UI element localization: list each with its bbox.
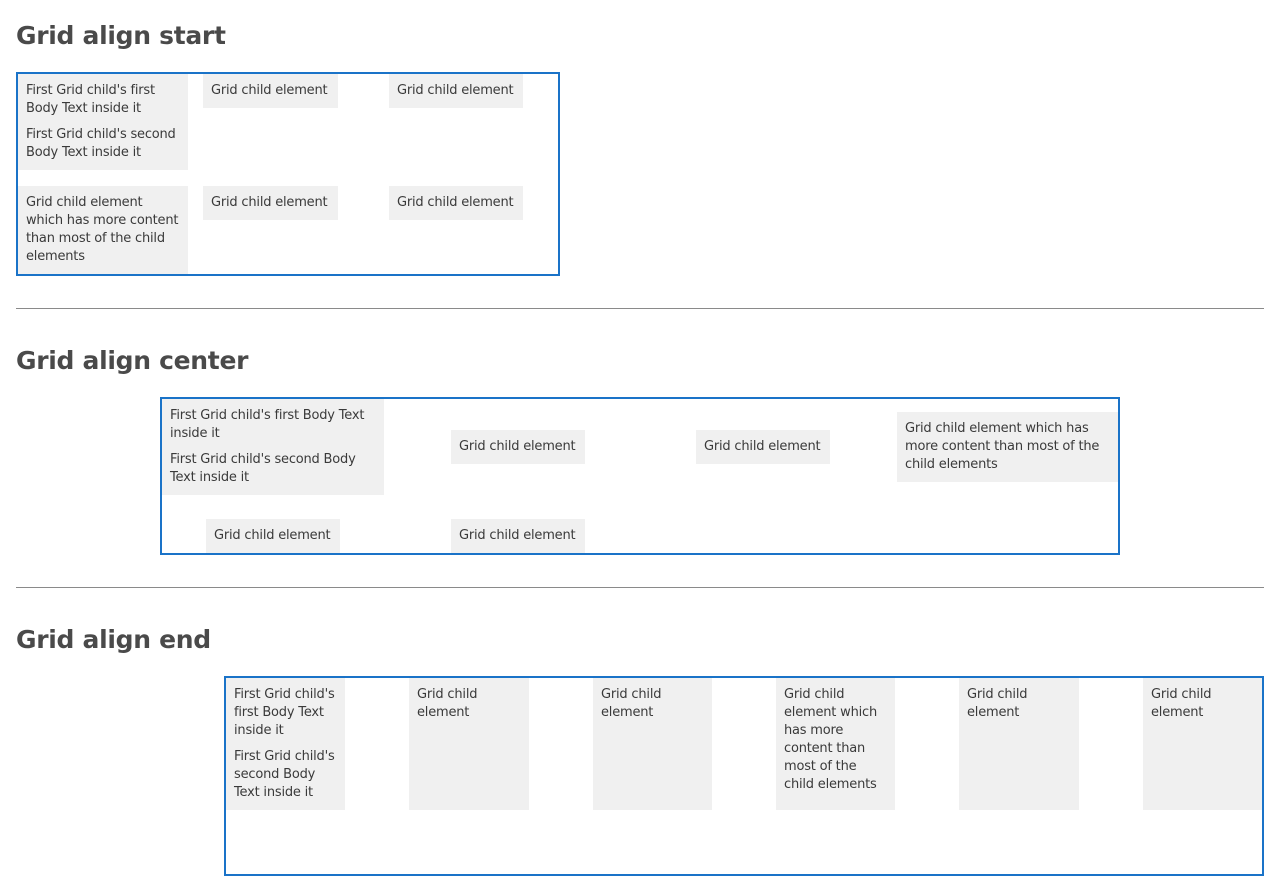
grid-child-text: Grid child element which has more conten… — [26, 195, 179, 264]
grid-first-child: First Grid child's first Body Text insid… — [226, 678, 345, 810]
grid-child: Grid child element — [696, 430, 830, 464]
section-title-start: Grid align start — [16, 21, 226, 50]
grid-child-text: Grid child element which has more conten… — [784, 687, 878, 792]
grid-child-text: Grid child element — [214, 528, 331, 543]
grid-child: Grid child element — [959, 678, 1079, 810]
grid-child: Grid child element — [203, 74, 338, 108]
first-child-text-2: First Grid child's second Body Text insi… — [26, 127, 176, 160]
grid-child-text: Grid child element — [601, 687, 662, 720]
first-child-text-2: First Grid child's second Body Text insi… — [234, 749, 335, 800]
grid-child-text: Grid child element — [211, 83, 328, 98]
grid-child: Grid child element — [451, 519, 585, 553]
grid-child-long: Grid child element which has more conten… — [18, 186, 188, 274]
grid-child-text: Grid child element — [211, 195, 328, 210]
grid-child-text: Grid child element — [967, 687, 1028, 720]
grid-child: Grid child element — [451, 430, 585, 464]
grid-child: Grid child element — [389, 74, 523, 108]
grid-container-end: First Grid child's first Body Text insid… — [224, 676, 1264, 876]
grid-child-long: Grid child element which has more conten… — [897, 412, 1118, 482]
section-divider — [16, 308, 1264, 309]
section-title-center: Grid align center — [16, 346, 249, 375]
grid-child-text: Grid child element — [459, 439, 576, 454]
grid-child-text: Grid child element — [417, 687, 478, 720]
grid-child: Grid child element — [1143, 678, 1262, 810]
grid-child: Grid child element — [206, 519, 340, 553]
first-child-text-1: First Grid child's first Body Text insid… — [170, 408, 365, 441]
first-child-text-2: First Grid child's second Body Text insi… — [170, 452, 356, 485]
section-divider — [16, 587, 1264, 588]
section-title-end: Grid align end — [16, 625, 211, 654]
grid-first-child: First Grid child's first Body Text insid… — [18, 74, 188, 170]
first-child-text-1: First Grid child's first Body Text insid… — [234, 687, 335, 738]
grid-child-text: Grid child element — [1151, 687, 1212, 720]
grid-container-start: First Grid child's first Body Text insid… — [16, 72, 560, 276]
grid-child: Grid child element — [389, 186, 523, 220]
grid-child-text: Grid child element — [704, 439, 821, 454]
grid-child-text: Grid child element — [459, 528, 576, 543]
grid-child-text: Grid child element — [397, 83, 514, 98]
grid-child-text: Grid child element — [397, 195, 514, 210]
first-child-text-1: First Grid child's first Body Text insid… — [26, 83, 155, 116]
grid-first-child: First Grid child's first Body Text insid… — [162, 399, 384, 495]
grid-child: Grid child element — [409, 678, 529, 810]
grid-child: Grid child element — [593, 678, 712, 810]
grid-child-long: Grid child element which has more conten… — [776, 678, 895, 810]
grid-child: Grid child element — [203, 186, 338, 220]
grid-container-center: First Grid child's first Body Text insid… — [160, 397, 1120, 555]
grid-child-text: Grid child element which has more conten… — [905, 421, 1100, 472]
